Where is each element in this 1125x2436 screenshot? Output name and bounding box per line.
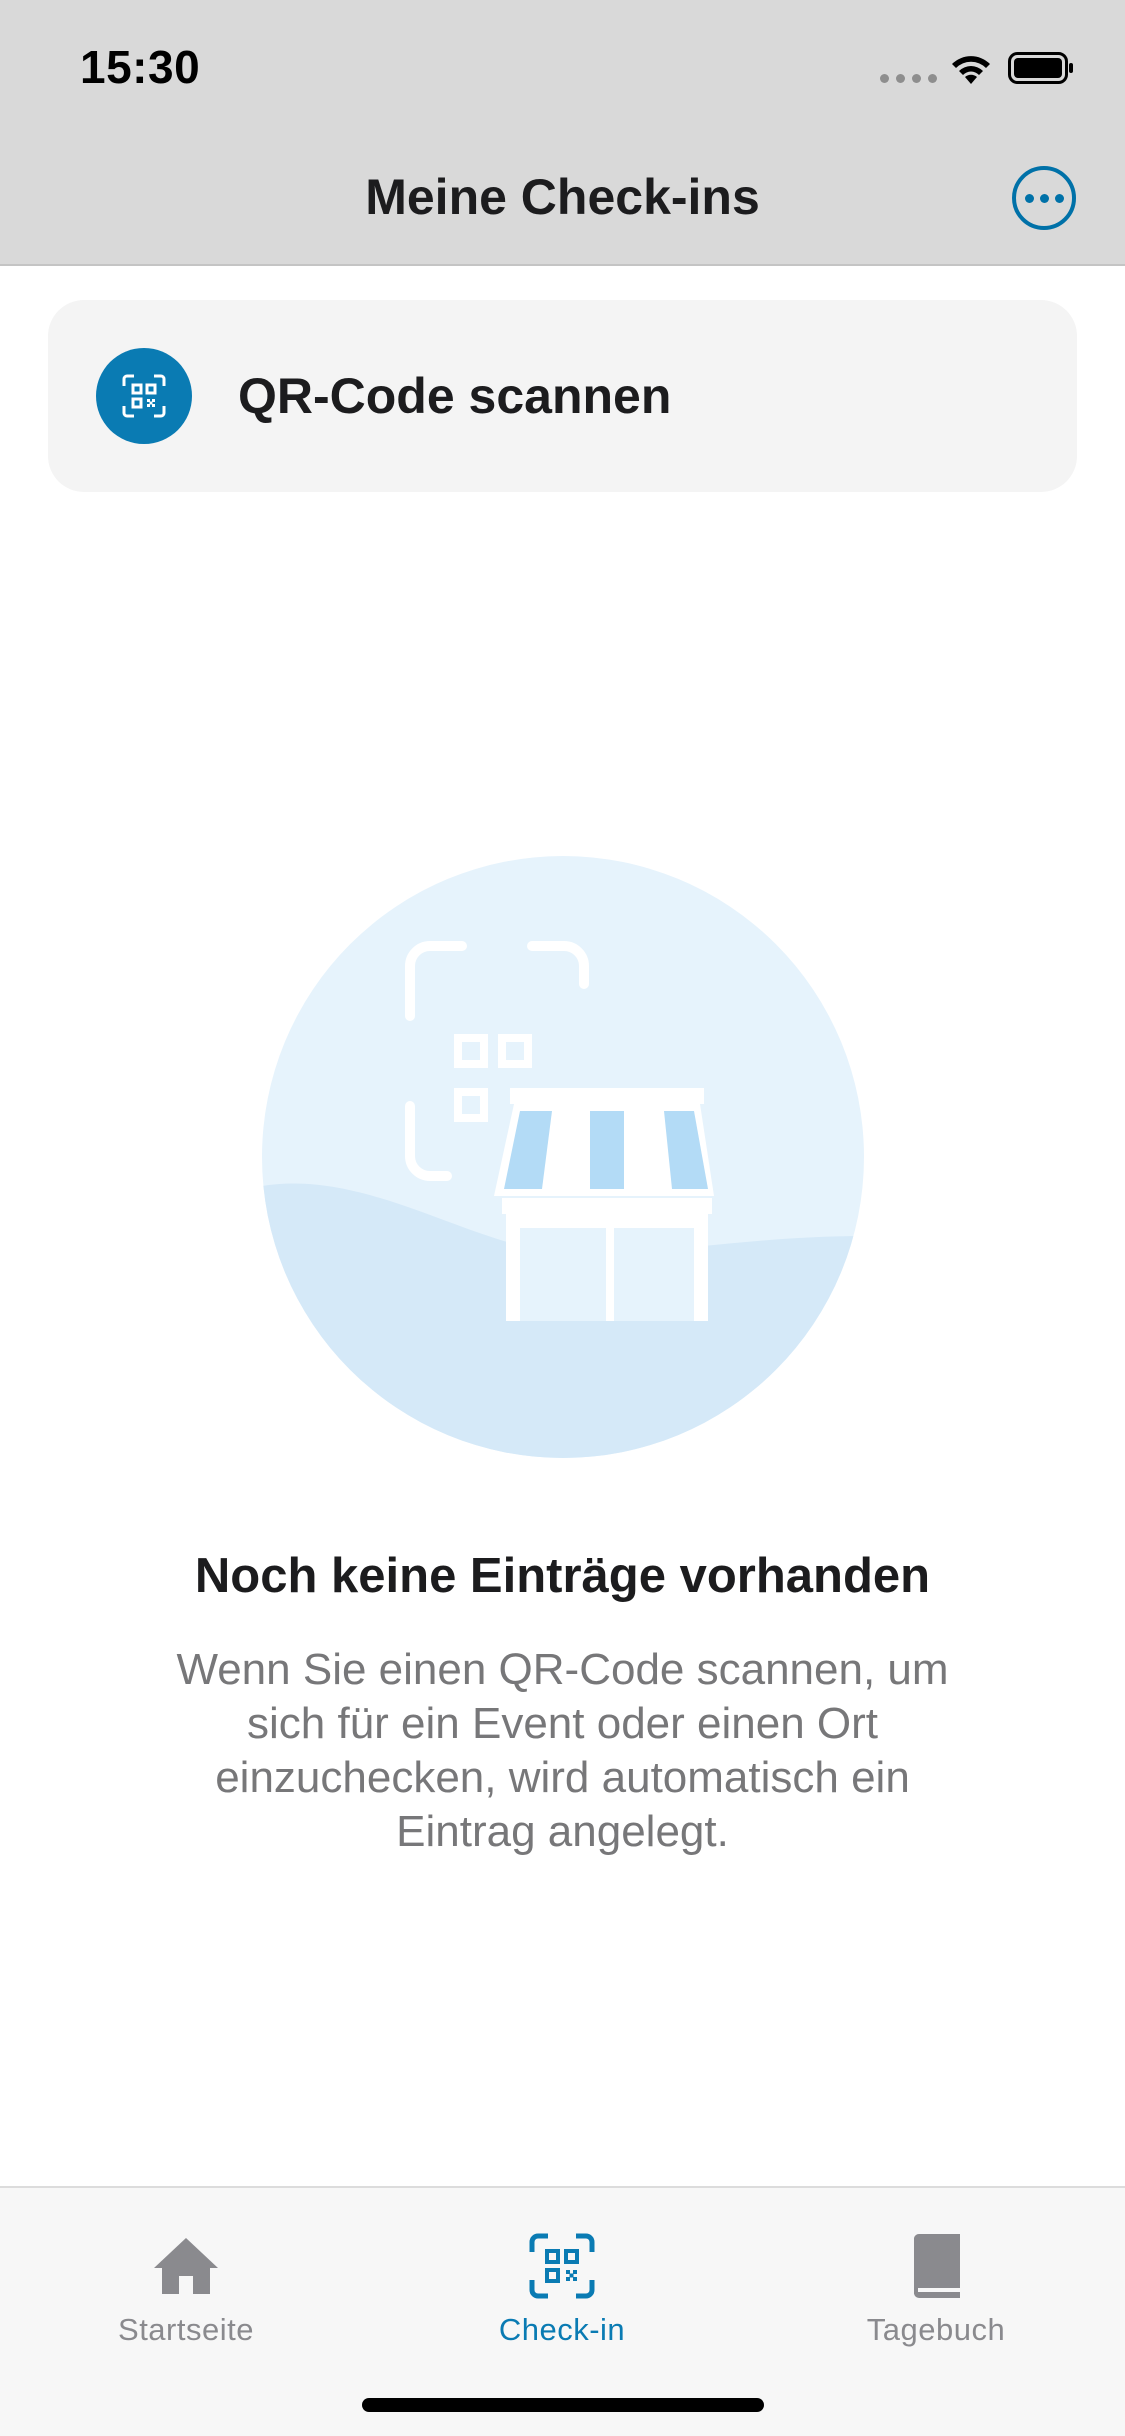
qr-code-scan-icon <box>96 348 192 444</box>
tab-tagebuch[interactable]: Tagebuch <box>786 2212 1086 2352</box>
wifi-icon <box>952 56 990 84</box>
screen: 15:30 Meine Check-ins QR-Code scannen No… <box>0 0 1125 2436</box>
tab-check-in[interactable]: Check-in <box>412 2212 712 2352</box>
scan-qr-code-button[interactable]: QR-Code scannen <box>48 300 1077 492</box>
empty-state-description: Wenn Sie einen QR-Code scannen, um sich … <box>176 1645 949 1856</box>
cellular-signal-icon <box>880 74 937 83</box>
qr-code-scan-icon <box>529 2233 595 2299</box>
house-icon <box>154 2238 218 2294</box>
tab-startseite[interactable]: Startseite <box>36 2212 336 2352</box>
tab-label-tagebuch: Tagebuch <box>866 2312 1006 2347</box>
home-indicator[interactable] <box>362 2398 764 2412</box>
empty-state-title: Noch keine Einträge vorhanden <box>194 1549 931 1603</box>
page-title: Meine Check-ins <box>365 169 760 225</box>
tab-label-startseite: Startseite <box>118 2312 254 2347</box>
ellipsis-circle-icon <box>1024 193 1034 203</box>
tab-label-check-in: Check-in <box>498 2312 626 2347</box>
top-bar: 15:30 Meine Check-ins <box>0 0 1125 266</box>
battery-icon <box>1008 52 1073 84</box>
status-time: 15:30 <box>80 41 201 93</box>
qr-code-store-illustration <box>262 856 864 1458</box>
scan-qr-code-label: QR-Code scannen <box>238 368 672 424</box>
more-options-button[interactable] <box>1012 166 1076 230</box>
book-icon <box>914 2233 960 2298</box>
